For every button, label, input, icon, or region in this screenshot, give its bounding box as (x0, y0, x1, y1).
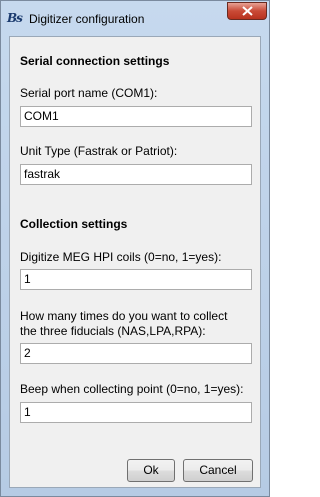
port-label: Serial port name (COM1): (20, 86, 158, 100)
beep-label: Beep when collecting point (0=no, 1=yes)… (20, 382, 244, 396)
window-title: Digitizer configuration (29, 12, 145, 26)
hpi-coils-input[interactable]: 1 (20, 269, 252, 290)
unit-type-label: Unit Type (Fastrak or Patriot): (20, 144, 178, 158)
serial-port-input[interactable]: COM1 (20, 106, 252, 127)
dialog-window: Bs Digitizer configuration Serial connec… (0, 0, 270, 497)
fiducials-count-input[interactable]: 2 (20, 343, 252, 364)
unit-type-input[interactable]: fastrak (20, 164, 252, 185)
app-icon: Bs (7, 11, 23, 25)
close-button[interactable] (227, 2, 267, 20)
title-bar[interactable]: Bs Digitizer configuration (1, 1, 269, 36)
close-icon (242, 6, 253, 16)
dialog-body: Serial connection settings Serial port n… (9, 36, 261, 488)
fiducials-label-line1: How many times do you want to collect (20, 309, 228, 323)
cancel-button[interactable]: Cancel (183, 459, 253, 482)
collection-section-heading: Collection settings (20, 217, 128, 231)
ok-button[interactable]: Ok (127, 459, 175, 482)
serial-section-heading: Serial connection settings (20, 54, 170, 68)
hpi-label: Digitize MEG HPI coils (0=no, 1=yes): (20, 250, 222, 264)
fiducials-label-line2: the three fiducials (NAS,LPA,RPA): (20, 324, 206, 338)
beep-input[interactable]: 1 (20, 402, 252, 423)
